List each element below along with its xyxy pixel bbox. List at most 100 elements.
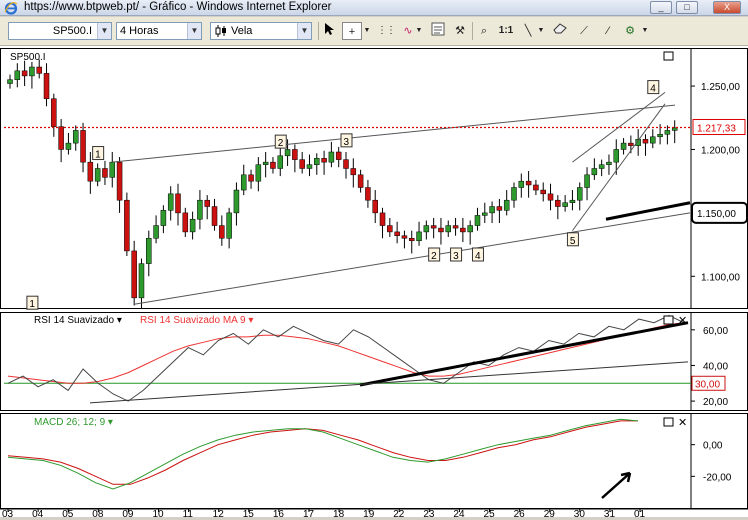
cursor-arrow-icon[interactable]	[320, 22, 340, 40]
candle-body[interactable]	[211, 206, 218, 226]
candle-body[interactable]	[233, 189, 240, 214]
candle-body[interactable]	[540, 189, 546, 195]
candle-body[interactable]	[175, 193, 181, 214]
candle-body[interactable]	[613, 149, 620, 163]
candle-body[interactable]	[314, 158, 320, 165]
timeframe-chevron-down-icon[interactable]: ▼	[187, 23, 201, 39]
candle-body[interactable]	[584, 174, 590, 188]
price-panel-maximize-icon[interactable]	[663, 51, 674, 61]
zoom-reset-button[interactable]: 1:1	[496, 22, 516, 40]
candle-body[interactable]	[160, 210, 167, 226]
candle-body[interactable]	[284, 149, 291, 157]
candle-body[interactable]	[394, 231, 400, 236]
candle-body[interactable]	[598, 164, 605, 169]
draw-line-dropdown-icon[interactable]: ▼	[536, 22, 546, 40]
candle-body[interactable]	[58, 126, 64, 150]
crosshair-icon[interactable]: +	[342, 22, 362, 40]
candle-body[interactable]	[21, 70, 28, 77]
candle-body[interactable]	[482, 212, 488, 216]
candle-body[interactable]	[628, 142, 634, 146]
candle-body[interactable]	[328, 151, 335, 163]
candle-body[interactable]	[262, 161, 269, 165]
candle-body[interactable]	[467, 225, 473, 233]
draw-line-icon[interactable]: ╲	[518, 22, 538, 40]
candle-body[interactable]	[29, 66, 35, 77]
candle-body[interactable]	[576, 187, 583, 201]
candle-body[interactable]	[94, 168, 101, 182]
indicator-dropdown-icon[interactable]: ▼	[414, 22, 424, 40]
candle-body[interactable]	[182, 212, 189, 233]
candle-body[interactable]	[299, 159, 305, 169]
chart-canvas[interactable]: 1.250,00 1.200,00 1.150,00 1.100,00 1.217,33…	[0, 46, 748, 520]
tools-icon[interactable]: ⚒	[450, 22, 470, 40]
candle-body[interactable]	[357, 174, 364, 188]
candle-body[interactable]	[277, 155, 284, 169]
rsi-panel[interactable]	[0, 312, 748, 411]
candle-body[interactable]	[197, 199, 203, 220]
candle-body[interactable]	[620, 142, 627, 150]
candle-body[interactable]	[664, 130, 671, 135]
candle-body[interactable]	[146, 237, 152, 264]
candle-body[interactable]	[671, 127, 678, 131]
candle-body[interactable]	[569, 199, 576, 203]
grid-dots-icon[interactable]: ⋮⋮	[376, 22, 396, 40]
candle-body[interactable]	[255, 164, 262, 182]
candle-body[interactable]	[496, 206, 503, 211]
candle-body[interactable]	[226, 212, 232, 239]
candle-body[interactable]	[292, 149, 298, 160]
candle-body[interactable]	[562, 202, 568, 207]
candle-body[interactable]	[248, 174, 254, 182]
candle-body[interactable]	[116, 161, 123, 201]
maximize-button[interactable]: □	[676, 1, 698, 14]
candle-body[interactable]	[460, 227, 466, 233]
candle-body[interactable]	[547, 193, 554, 201]
candle-body[interactable]	[124, 199, 130, 252]
candle-body[interactable]	[80, 130, 86, 163]
candle-body[interactable]	[387, 225, 393, 233]
symbol-input[interactable]: SP500.I ▼	[8, 22, 112, 40]
candle-body[interactable]	[240, 174, 247, 191]
template-icon[interactable]: ⚙	[620, 22, 640, 40]
chart-type-chevron-down-icon[interactable]: ▼	[297, 23, 311, 39]
zoom-icon[interactable]: ⌕	[474, 22, 494, 40]
candle-body[interactable]	[270, 161, 276, 169]
candle-body[interactable]	[167, 193, 174, 211]
candle-body[interactable]	[306, 164, 313, 169]
candle-body[interactable]	[606, 161, 612, 165]
candle-body[interactable]	[14, 70, 21, 80]
symbol-chevron-down-icon[interactable]: ▼	[97, 23, 111, 39]
candle-body[interactable]	[138, 263, 145, 299]
candle-body[interactable]	[503, 199, 510, 211]
candle-body[interactable]	[372, 199, 378, 214]
candle-body[interactable]	[511, 187, 517, 201]
candle-body[interactable]	[219, 225, 225, 239]
candle-body[interactable]	[423, 225, 430, 233]
candle-body[interactable]	[401, 235, 408, 239]
candle-body[interactable]	[65, 142, 72, 150]
minimize-button[interactable]: _	[650, 1, 672, 14]
candle-body[interactable]	[555, 199, 561, 207]
candle-body[interactable]	[189, 218, 196, 233]
candle-body[interactable]	[321, 158, 327, 163]
close-button[interactable]: X	[713, 1, 741, 14]
properties-icon[interactable]	[428, 22, 448, 40]
candle-body[interactable]	[43, 73, 50, 99]
candle-body[interactable]	[525, 180, 532, 186]
candle-body[interactable]	[350, 168, 357, 176]
chart-type-select[interactable]: Vela ▼	[210, 22, 312, 40]
candle-body[interactable]	[343, 159, 349, 169]
candle-body[interactable]	[109, 161, 116, 178]
candle-body[interactable]	[153, 225, 159, 239]
candle-body[interactable]	[7, 79, 13, 84]
candle-body[interactable]	[365, 187, 371, 201]
candle-body[interactable]	[445, 225, 452, 233]
candle-body[interactable]	[87, 161, 94, 182]
candle-body[interactable]	[591, 168, 598, 176]
candle-body[interactable]	[642, 139, 649, 144]
chart-area[interactable]: 1.250,00 1.200,00 1.150,00 1.100,00 1.217,33…	[0, 46, 748, 520]
macd-panel-maximize-icon[interactable]	[663, 417, 674, 427]
template-dropdown-icon[interactable]: ▼	[640, 22, 650, 40]
trendline-tool-icon[interactable]: ⟋	[574, 22, 594, 40]
candle-body[interactable]	[518, 180, 525, 188]
candle-body[interactable]	[474, 215, 481, 226]
